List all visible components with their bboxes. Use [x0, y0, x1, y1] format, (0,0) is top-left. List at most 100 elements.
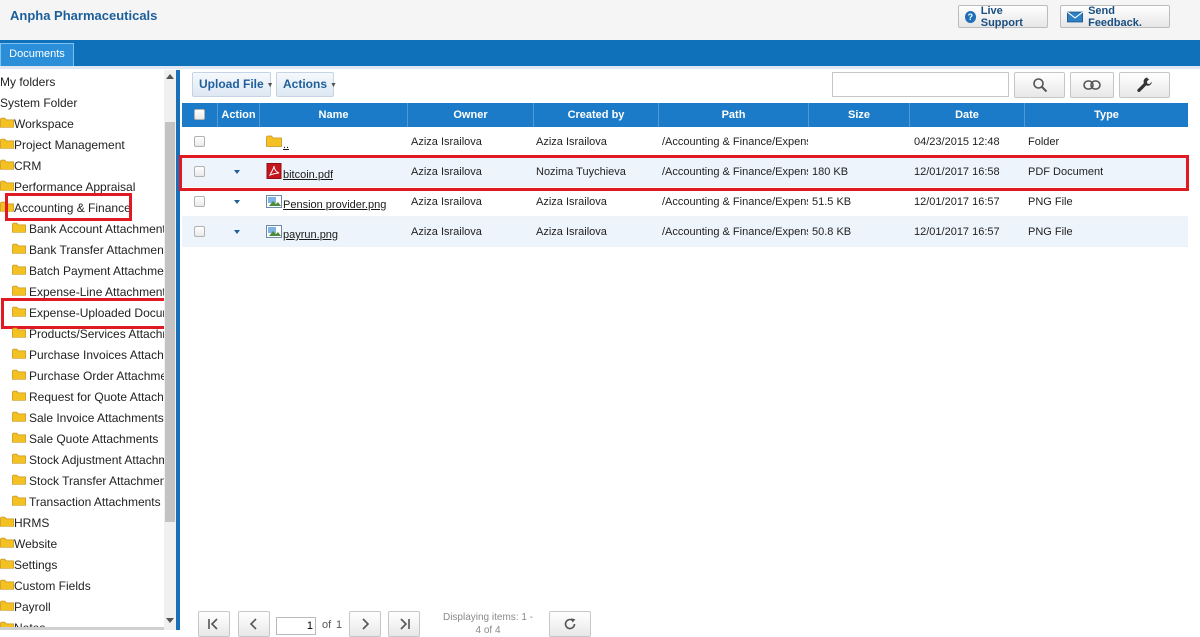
last-page-icon	[400, 618, 410, 630]
tree-item[interactable]: Batch Payment Attachments	[0, 261, 164, 282]
column-header-size[interactable]: Size	[809, 103, 910, 127]
cell-owner: Aziza Israilova	[411, 226, 482, 238]
search-button[interactable]	[1014, 72, 1065, 98]
tree-item-label: Stock Transfer Attachments	[29, 474, 164, 488]
cell-date: 12/01/2017 16:57	[914, 196, 1000, 208]
next-page-button[interactable]	[349, 611, 381, 637]
row-checkbox[interactable]	[194, 226, 205, 237]
select-all-checkbox[interactable]	[194, 109, 205, 120]
tree-item-label: Custom Fields	[14, 579, 91, 593]
folder-icon	[12, 222, 26, 233]
tree-item[interactable]: Purchase Invoices Attachments	[0, 345, 164, 366]
tree-item[interactable]: Stock Transfer Attachments	[0, 471, 164, 492]
tree-item-label: Products/Services Attachments	[29, 327, 164, 341]
folder-icon	[12, 348, 26, 359]
tree-item[interactable]: Project Management	[0, 135, 164, 156]
scroll-up-arrow-icon[interactable]	[166, 74, 174, 79]
folder-icon	[12, 411, 26, 422]
folder-icon	[12, 369, 26, 380]
tree-item[interactable]: My folders	[0, 72, 164, 93]
tree-scrollbar-thumb[interactable]	[165, 122, 175, 522]
send-feedback-button[interactable]: Send Feedback.	[1060, 5, 1170, 29]
folder-icon	[12, 285, 26, 296]
row-action-dropdown-icon[interactable]	[234, 230, 240, 234]
tree-item[interactable]: System Folder	[0, 93, 164, 114]
previous-page-button[interactable]	[238, 611, 270, 637]
tree-item[interactable]: Transaction Attachments	[0, 492, 164, 513]
top-bar: Anpha Pharmaceuticals ? Live Support Sen…	[0, 0, 1200, 40]
tree-item[interactable]: Workspace	[0, 114, 164, 135]
tree-item[interactable]: Payroll	[0, 597, 164, 618]
chevron-down-icon: ▼	[330, 82, 337, 89]
settings-button[interactable]	[1119, 72, 1170, 98]
column-header-action[interactable]: Action	[218, 103, 260, 127]
actions-label: Actions	[283, 77, 328, 91]
column-header-name[interactable]: Name	[260, 103, 408, 127]
tree-item[interactable]: Purchase Order Attachments	[0, 366, 164, 387]
table-row[interactable]: payrun.png Aziza Israilova Aziza Israilova…	[182, 217, 1188, 247]
tree-item[interactable]: Custom Fields	[0, 576, 164, 597]
folder-icon	[0, 600, 14, 611]
folder-icon	[12, 327, 26, 338]
tree-item[interactable]: HRMS	[0, 513, 164, 534]
page-number-input[interactable]	[276, 617, 316, 635]
row-checkbox[interactable]	[194, 136, 205, 147]
row-checkbox[interactable]	[194, 196, 205, 207]
image-icon	[266, 225, 282, 238]
tree-item-label: Project Management	[14, 138, 125, 152]
cell-size: 50.8 KB	[812, 226, 852, 238]
folder-icon	[12, 390, 26, 401]
tree-item[interactable]: Sale Quote Attachments	[0, 429, 164, 450]
tree-item-label: Settings	[14, 558, 58, 572]
column-header-path[interactable]: Path	[659, 103, 809, 127]
refresh-button[interactable]	[549, 611, 591, 637]
actions-button[interactable]: Actions ▼	[276, 72, 337, 97]
tree-item[interactable]: Settings	[0, 555, 164, 576]
refresh-icon	[564, 618, 576, 630]
link-button[interactable]	[1070, 72, 1114, 98]
cell-type: PNG File	[1028, 226, 1073, 238]
tree-item-label: Payroll	[14, 600, 51, 614]
tree-item[interactable]: Stock Adjustment Attachments	[0, 450, 164, 471]
column-header-created-by[interactable]: Created by	[534, 103, 659, 127]
tree-scrollbar[interactable]	[164, 70, 176, 630]
tree-item[interactable]: Bank Transfer Attachments	[0, 240, 164, 261]
file-name-link[interactable]: payrun.png	[283, 220, 338, 250]
column-header-date[interactable]: Date	[910, 103, 1025, 127]
column-header-type[interactable]: Type	[1025, 103, 1188, 127]
first-page-icon	[208, 618, 218, 630]
folder-icon	[266, 135, 282, 147]
tree-item[interactable]: Bank Account Attachments	[0, 219, 164, 240]
upload-file-button[interactable]: Upload File ▼	[192, 72, 274, 97]
live-support-button[interactable]: ? Live Support	[958, 5, 1048, 29]
tree-item[interactable]: Website	[0, 534, 164, 555]
page-of-label: of	[322, 619, 332, 631]
displaying-items-text: Displaying items: 1 - 4 of 4	[442, 612, 534, 636]
row-action-dropdown-icon[interactable]	[234, 200, 240, 204]
tree-item-label: Website	[14, 537, 58, 551]
tree-item-label: Sale Invoice Attachments	[29, 411, 164, 425]
table-row[interactable]: Pension provider.png Aziza Israilova Aziza…	[182, 187, 1188, 217]
last-page-button[interactable]	[388, 611, 420, 637]
cell-path: /Accounting & Finance/Expense-Uploaded D…	[662, 226, 808, 238]
cell-created-by: Aziza Israilova	[536, 196, 607, 208]
first-page-button[interactable]	[198, 611, 230, 637]
column-header-owner[interactable]: Owner	[408, 103, 534, 127]
tree-item-label: System Folder	[0, 96, 78, 110]
tree-item[interactable]: Request for Quote Attachments	[0, 387, 164, 408]
image-icon	[266, 195, 282, 208]
cell-created-by: Aziza Israilova	[536, 136, 607, 148]
pane-splitter[interactable]	[176, 70, 180, 630]
chevron-down-icon: ▼	[266, 82, 274, 89]
tab-documents[interactable]: Documents	[0, 43, 74, 66]
folder-icon	[12, 264, 26, 275]
scroll-down-arrow-icon[interactable]	[166, 618, 174, 623]
file-name-link[interactable]: Pension provider.png	[283, 190, 386, 220]
folder-icon	[12, 453, 26, 464]
tree-item[interactable]: Products/Services Attachments	[0, 324, 164, 345]
table-row[interactable]: .. Aziza Israilova Aziza Israilova/Account…	[182, 127, 1188, 157]
tree-item[interactable]: Sale Invoice Attachments	[0, 408, 164, 429]
tree-item[interactable]: CRM	[0, 156, 164, 177]
folder-icon	[0, 537, 14, 548]
search-input[interactable]	[832, 72, 1009, 97]
